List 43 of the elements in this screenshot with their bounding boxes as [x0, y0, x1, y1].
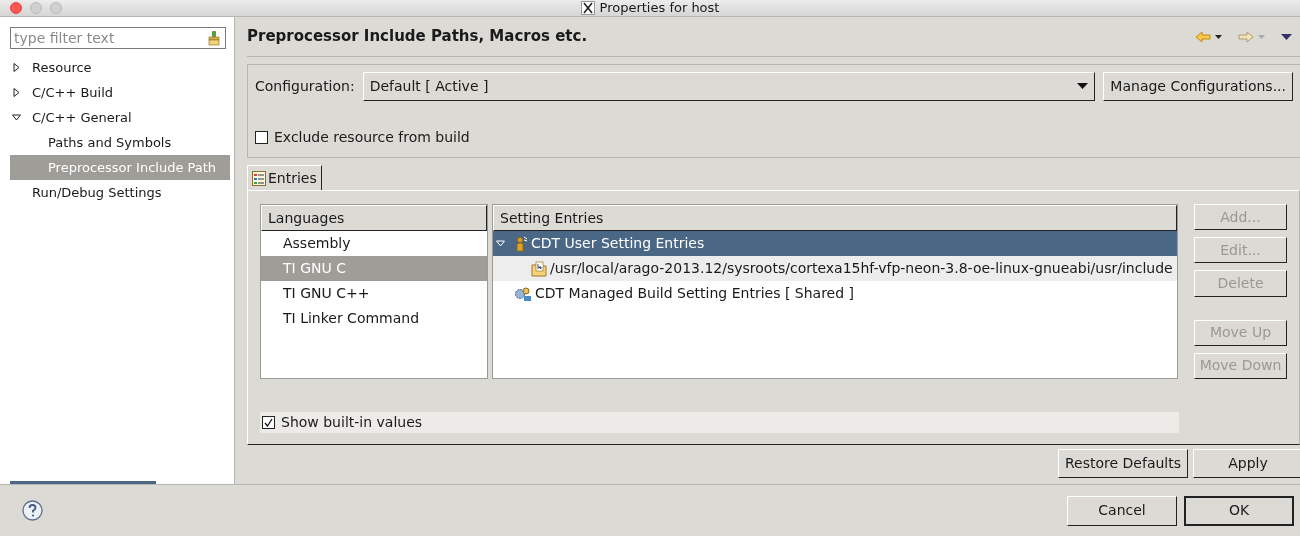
x-logo-icon [580, 1, 595, 15]
configuration-label: Configuration: [255, 76, 355, 96]
manage-configurations-button[interactable]: Manage Configurations... [1103, 71, 1293, 101]
tree-item[interactable]: CDT Managed Build Setting Entries [ Shared ] [493, 281, 1177, 306]
ok-button[interactable]: OK [1184, 495, 1294, 526]
entries-list-icon [252, 170, 266, 186]
list-item[interactable]: TI Linker Command [261, 306, 487, 331]
cancel-button[interactable]: Cancel [1067, 495, 1177, 526]
help-icon[interactable] [22, 500, 43, 521]
gears-icon [514, 285, 532, 302]
checkbox-label: Exclude resource from build [274, 128, 470, 147]
page-title: Preprocessor Include Paths, Macros etc. [247, 26, 589, 48]
person-icon [514, 235, 528, 252]
column-header[interactable]: Setting Entries [493, 205, 1177, 231]
collapsed-arrow-icon[interactable] [12, 63, 21, 72]
view-menu-icon[interactable] [1281, 33, 1292, 40]
checkbox[interactable] [255, 131, 268, 144]
checkbox-label: Show built-in values [281, 413, 423, 432]
tree-item[interactable]: /usr/local/arago-2013.12/sysroots/cortexa15hf-vfp-neon-3.8-oe-linux-gnueabi/usr/include [493, 256, 1177, 281]
window-title: Properties for host [599, 0, 720, 18]
tab[interactable]: Entries [247, 165, 322, 190]
dropdown-arrow-icon[interactable] [1077, 83, 1089, 89]
list-item[interactable]: Assembly [261, 231, 487, 256]
list-item[interactable]: TI GNU C++ [261, 281, 487, 306]
tree-item[interactable]: Run/Debug Settings [10, 180, 230, 205]
tree-item[interactable]: Resource [10, 55, 230, 80]
checkbox[interactable] [262, 416, 275, 429]
folder-file-icon [531, 260, 547, 277]
tree-item[interactable]: CDT User Setting Entries [493, 231, 1177, 256]
apply-button[interactable]: Apply [1193, 449, 1300, 478]
tree-item[interactable]: C/C++ Build [10, 80, 230, 105]
brush-icon[interactable] [207, 30, 221, 46]
column-header[interactable]: Languages [261, 205, 487, 231]
collapsed-arrow-icon[interactable] [12, 88, 21, 97]
tree-item[interactable]: C/C++ General [10, 105, 230, 130]
filter-field[interactable]: type filter text [10, 27, 226, 49]
scrollbar-thumb[interactable] [10, 481, 156, 484]
configuration-dropdown[interactable]: Default [ Active ] [362, 71, 1096, 101]
restore-defaults-button[interactable]: Restore Defaults [1058, 449, 1188, 478]
tree-item[interactable]: Paths and Symbols [10, 130, 230, 155]
dropdown-arrow-icon[interactable] [1215, 34, 1222, 39]
close-icon[interactable] [10, 2, 22, 14]
expanded-arrow-icon[interactable] [12, 113, 21, 122]
